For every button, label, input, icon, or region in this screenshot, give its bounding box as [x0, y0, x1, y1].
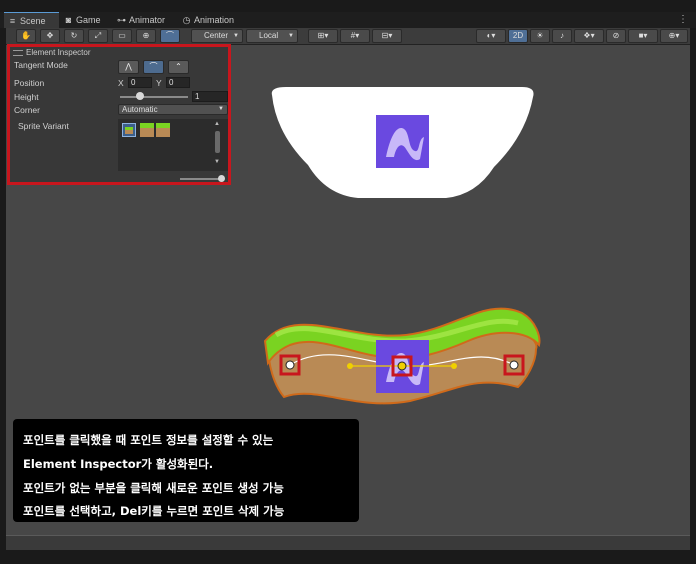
tangent-continuous-button[interactable]: ⌒ — [143, 60, 164, 74]
snap-icon: ⊞▾ — [317, 31, 329, 40]
draw-mode-button[interactable]: ◐▾ — [476, 29, 506, 43]
rect-icon: ▭ — [118, 31, 126, 40]
height-field[interactable]: 1 — [192, 91, 228, 102]
control-point-center — [397, 361, 407, 371]
linear-tangent-icon: ⋀ — [125, 62, 132, 71]
hand-tool-button[interactable]: ✋ — [16, 29, 36, 43]
caption-line-4: 포인트를 선택하고, Del키를 누르면 포인트 삭제 가능 — [23, 504, 285, 518]
tab-animation[interactable]: ◷ Animation — [178, 12, 248, 28]
caption-line-1: 포인트를 클릭했을 때 포인트 정보를 설정할 수 있는 — [23, 433, 274, 447]
pivot-dropdown[interactable]: Center ▼ — [191, 29, 243, 43]
move-icon: ✥ — [46, 31, 54, 40]
tab-animator[interactable]: ⊶ Animator — [113, 12, 177, 28]
space-dropdown[interactable]: Local ▼ — [246, 29, 298, 43]
effects-icon: ❖▾ — [583, 31, 595, 40]
audio-button[interactable]: ♪ — [552, 29, 572, 43]
scale-icon: ⤢ — [94, 31, 102, 40]
move-tool-button[interactable]: ✥ — [40, 29, 60, 43]
continuous-tangent-icon: ⌒ — [149, 62, 158, 71]
drag-handle-icon[interactable] — [13, 49, 23, 56]
2d-mode-button[interactable]: 2D — [508, 29, 528, 43]
grid-icon: #▾ — [350, 31, 360, 40]
pos-y-field[interactable]: 0 — [166, 77, 190, 88]
sprite-variant-label: Sprite Variant — [18, 121, 69, 131]
gizmos-button[interactable]: ⊕▾ — [660, 29, 688, 43]
animator-icon: ⊶ — [117, 15, 126, 25]
tab-scene[interactable]: ≡ Scene — [4, 12, 59, 28]
scale-tool-button[interactable]: ⤢ — [88, 29, 108, 43]
height-label: Height — [14, 92, 39, 102]
corner-label: Corner — [14, 105, 40, 115]
control-point-left — [285, 360, 295, 370]
effects-button[interactable]: ❖▾ — [574, 29, 604, 43]
increment-snap-button[interactable]: ⊟▾ — [372, 29, 402, 43]
element-inspector-panel: Element Inspector Tangent Mode ⋀ ⌒ ⌃ Pos… — [7, 44, 231, 185]
spline-edit-icon: ⌒ — [166, 31, 174, 40]
rotate-tool-button[interactable]: ↻ — [64, 29, 84, 43]
rotate-icon: ↻ — [70, 31, 78, 40]
preview-size-thumb[interactable] — [218, 175, 225, 182]
tutorial-caption: 포인트를 클릭했을 때 포인트 정보를 설정할 수 있는 Element Ins… — [13, 419, 359, 522]
hand-icon: ✋ — [21, 31, 31, 40]
scene-tab-bar: ≡ Scene ◙ Game ⊶ Animator ◷ Animation — [0, 12, 696, 28]
scroll-down-icon[interactable]: ▼ — [214, 159, 220, 165]
scene-bottom-bar — [6, 535, 690, 550]
ruler-icon: ⊟▾ — [381, 31, 393, 40]
pos-x-field[interactable]: 0 — [128, 77, 152, 88]
pos-x-label: X — [118, 78, 124, 88]
transform-tool-button[interactable]: ⊕ — [136, 29, 156, 43]
tangent-handle-left — [347, 363, 353, 369]
inspector-title: Element Inspector — [13, 48, 90, 57]
grid-icon: ≡ — [9, 16, 16, 26]
more-menu-icon[interactable]: ⋮ — [678, 12, 688, 28]
tangent-handle-right — [451, 363, 457, 369]
rect-tool-button[interactable]: ▭ — [112, 29, 132, 43]
shading-icon: ◐▾ — [486, 31, 496, 40]
camera-button[interactable]: ■▾ — [628, 29, 658, 43]
list-scrollbar[interactable] — [215, 131, 220, 153]
sprite-variant-item[interactable] — [140, 123, 154, 137]
grid-visibility-button[interactable]: #▾ — [340, 29, 370, 43]
tangent-linear-button[interactable]: ⋀ — [118, 60, 139, 74]
pos-y-label: Y — [156, 78, 162, 88]
gamepad-icon: ◙ — [65, 15, 72, 25]
tab-game[interactable]: ◙ Game — [60, 12, 112, 28]
clock-icon: ◷ — [182, 15, 191, 25]
transform-icon: ⊕ — [142, 31, 150, 40]
control-point-right — [509, 360, 519, 370]
gizmos-icon: ⊕▾ — [668, 31, 680, 40]
sprite-variant-list[interactable]: ▲ ▼ — [118, 119, 228, 171]
height-slider-track[interactable] — [120, 96, 188, 98]
camera-icon: ■▾ — [638, 31, 648, 40]
sprite-variant-item[interactable] — [156, 123, 170, 137]
speaker-icon: ♪ — [560, 31, 564, 40]
tangent-mode-label: Tangent Mode — [14, 60, 68, 70]
corner-dropdown[interactable]: Automatic ▼ — [118, 104, 228, 115]
caption-line-2: Element Inspector가 활성화된다. — [23, 457, 214, 471]
eye-off-icon: ⊘ — [612, 31, 620, 40]
scroll-up-icon[interactable]: ▲ — [214, 121, 220, 127]
chevron-down-icon: ▼ — [218, 106, 224, 112]
hidden-objects-button[interactable]: ⊘ — [606, 29, 626, 43]
height-slider-thumb[interactable] — [136, 92, 145, 100]
white-shape-fill-sprite — [376, 115, 429, 168]
grid-snap-button[interactable]: ⊞▾ — [308, 29, 338, 43]
position-label: Position — [14, 78, 45, 88]
sprite-variant-item[interactable] — [122, 123, 136, 137]
lightbulb-icon: ☀ — [536, 31, 544, 40]
scene-toolbar: ✋ ✥ ↻ ⤢ ▭ ⊕ ⌒ Center ▼ Local ▼ ⊞▾ #▾ ⊟▾ ◐▾… — [6, 28, 690, 45]
caption-line-3: 포인트가 없는 부분을 클릭해 새로운 포인트 생성 가능 — [23, 481, 284, 495]
sprite-shape-edit-button[interactable]: ⌒ — [160, 29, 180, 43]
chevron-down-icon: ▼ — [233, 33, 239, 39]
broken-tangent-icon: ⌃ — [175, 62, 182, 71]
lighting-button[interactable]: ☀ — [530, 29, 550, 43]
chevron-down-icon: ▼ — [288, 33, 294, 39]
tangent-broken-button[interactable]: ⌃ — [168, 60, 189, 74]
